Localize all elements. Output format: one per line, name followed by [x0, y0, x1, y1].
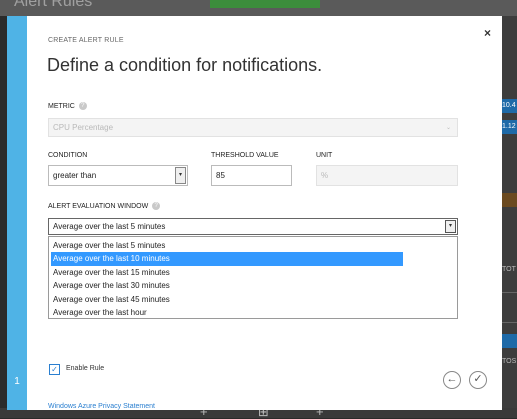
- chevron-down-icon[interactable]: ▾: [445, 220, 456, 233]
- evaluation-window-options: Average over the last 5 minutes Average …: [48, 236, 458, 319]
- background-divider: [502, 292, 517, 293]
- dropdown-option-highlighted[interactable]: Average over the last 10 minutes: [51, 252, 403, 266]
- confirm-check-icon[interactable]: ✓: [469, 371, 487, 389]
- background-label: TOT: [502, 266, 516, 273]
- background-chip: 1.12: [502, 120, 517, 134]
- background-chip: 10.4: [502, 99, 517, 113]
- threshold-input[interactable]: 85: [211, 165, 292, 186]
- background-page-title: Alert Rules: [14, 0, 93, 10]
- window-label-text: ALERT EVALUATION WINDOW: [48, 202, 149, 210]
- enable-rule-label: Enable Rule: [66, 365, 105, 372]
- wizard-step-number: 1: [14, 376, 20, 387]
- condition-value: greater than: [53, 171, 97, 180]
- background-chip-orange: [502, 193, 517, 207]
- metric-label-text: METRIC: [48, 102, 75, 110]
- background-label: TOS: [502, 358, 517, 365]
- metric-select: CPU Percentage ⌄: [48, 118, 458, 137]
- help-icon[interactable]: ?: [78, 102, 87, 110]
- background-green-bar: [210, 0, 320, 8]
- dropdown-option[interactable]: Average over the last 30 minutes: [51, 279, 403, 292]
- evaluation-window-value: Average over the last 5 minutes: [53, 222, 166, 231]
- chevron-down-icon[interactable]: ▾: [175, 167, 186, 184]
- dropdown-option[interactable]: Average over the last hour: [51, 306, 403, 319]
- metric-value: CPU Percentage: [53, 123, 114, 132]
- threshold-value: 85: [216, 171, 225, 180]
- unit-field: %: [316, 165, 458, 186]
- dropdown-option[interactable]: Average over the last 15 minutes: [51, 266, 403, 279]
- dropdown-option[interactable]: Average over the last 5 minutes: [51, 239, 403, 252]
- metric-label: METRIC?: [48, 102, 87, 110]
- close-icon[interactable]: ×: [484, 26, 491, 40]
- evaluation-window-select[interactable]: Average over the last 5 minutes ▾: [48, 218, 458, 235]
- background-chip: [502, 334, 517, 348]
- dropdown-option[interactable]: Average over the last 45 minutes: [51, 293, 403, 306]
- window-label: ALERT EVALUATION WINDOW?: [48, 202, 161, 210]
- enable-rule-checkbox[interactable]: ✓: [49, 364, 60, 375]
- dialog-eyebrow: CREATE ALERT RULE: [48, 37, 124, 44]
- privacy-statement-link[interactable]: Windows Azure Privacy Statement: [48, 403, 155, 410]
- unit-value: %: [321, 171, 329, 180]
- chevron-down-icon: ⌄: [445, 125, 451, 131]
- background-divider: [502, 322, 517, 323]
- help-icon[interactable]: ?: [152, 202, 161, 210]
- threshold-label: THRESHOLD VALUE: [211, 152, 279, 159]
- create-alert-rule-dialog: 1 × CREATE ALERT RULE Define a condition…: [7, 16, 502, 410]
- condition-select[interactable]: greater than ▾: [48, 165, 188, 186]
- background-header: Alert Rules: [0, 0, 517, 16]
- wizard-step-bar: 1: [7, 16, 27, 410]
- back-arrow-icon[interactable]: ←: [443, 371, 461, 389]
- condition-label: CONDITION: [48, 152, 88, 159]
- dialog-title: Define a condition for notifications.: [47, 55, 323, 75]
- unit-label: UNIT: [316, 152, 333, 159]
